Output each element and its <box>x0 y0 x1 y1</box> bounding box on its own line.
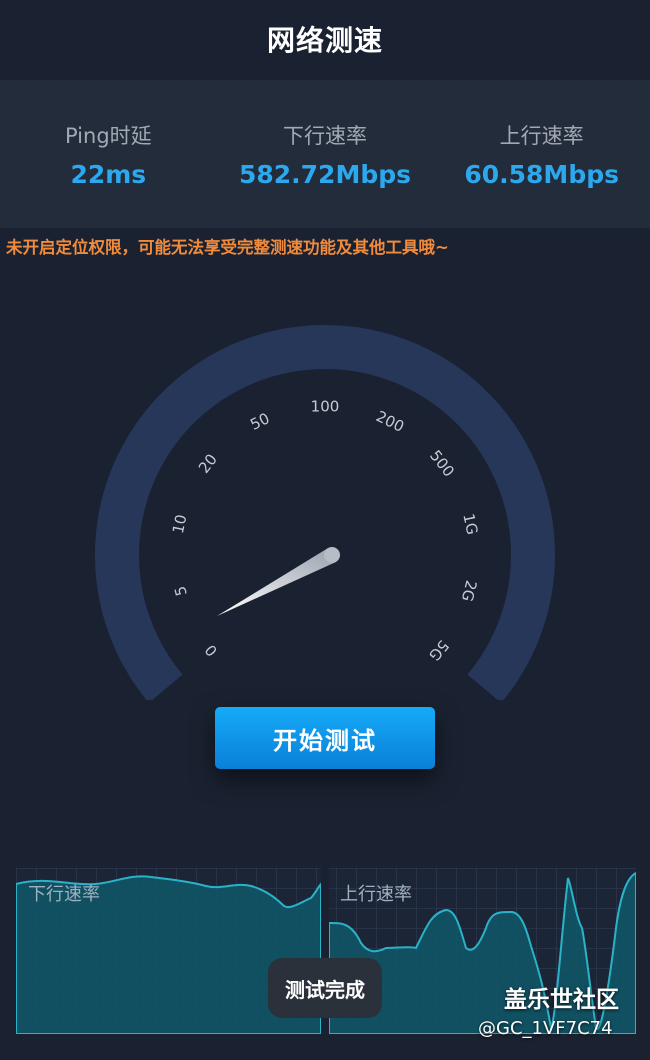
stats-panel: Ping时延 22ms 下行速率 582.72Mbps 上行速率 60.58Mb… <box>0 80 650 228</box>
location-permission-warning[interactable]: 未开启定位权限，可能无法享受完整测速功能及其他工具哦~ <box>6 234 646 258</box>
gauge-tick-label: 5 <box>171 584 191 598</box>
gauge-tick-label: 200 <box>373 407 407 436</box>
gauge-needle-pointer <box>217 547 336 616</box>
ping-stat: Ping时延 22ms <box>0 80 217 228</box>
speed-gauge: 0 5 10 20 50 100 200 500 1G 2G 5G <box>95 325 555 700</box>
speed-test-screen: 网络测速 Ping时延 22ms 下行速率 582.72Mbps 上行速率 60… <box>0 0 650 1060</box>
upload-label: 上行速率 <box>499 123 584 148</box>
gauge-tick-label: 0 <box>201 641 221 660</box>
gauge-tick-label: 10 <box>169 513 191 535</box>
download-value: 582.72Mbps <box>238 159 412 189</box>
toast-text: 测试完成 <box>285 977 365 1002</box>
upload-value: 60.58Mbps <box>464 159 619 189</box>
gauge-tick-label: 100 <box>311 398 340 416</box>
gauge-tick-label: 1G <box>459 512 481 536</box>
gauge-tick-label: 20 <box>195 451 221 477</box>
download-stat: 下行速率 582.72Mbps <box>217 80 434 228</box>
start-test-label: 开始测试 <box>273 726 377 755</box>
gauge-tick-labels: 0 5 10 20 50 100 200 500 1G 2G 5G <box>169 398 481 665</box>
watermark-user: @GC_1VF7C74 <box>478 1018 613 1039</box>
gauge-needle <box>217 547 340 616</box>
ping-label: Ping时延 <box>64 123 152 148</box>
gauge-tick-label: 50 <box>247 409 272 434</box>
download-label: 下行速率 <box>283 123 367 148</box>
page-title: 网络测速 <box>266 24 383 57</box>
gauge-needle-hub <box>324 547 340 563</box>
watermark-brand: 盖乐世社区 <box>504 987 619 1013</box>
upload-stat: 上行速率 60.58Mbps <box>433 80 650 228</box>
app-header: 网络测速 <box>0 0 650 78</box>
start-test-button[interactable]: 开始测试 <box>215 707 435 769</box>
ping-value: 22ms <box>70 159 147 189</box>
gauge-tick-label: 2G <box>458 578 481 603</box>
gauge-tick-label: 5G <box>425 637 452 665</box>
test-complete-toast: 测试完成 <box>268 958 382 1018</box>
download-graph-label: 下行速率 <box>28 884 100 905</box>
gauge-tick-label: 500 <box>426 447 458 481</box>
upload-graph-label: 上行速率 <box>340 884 412 905</box>
